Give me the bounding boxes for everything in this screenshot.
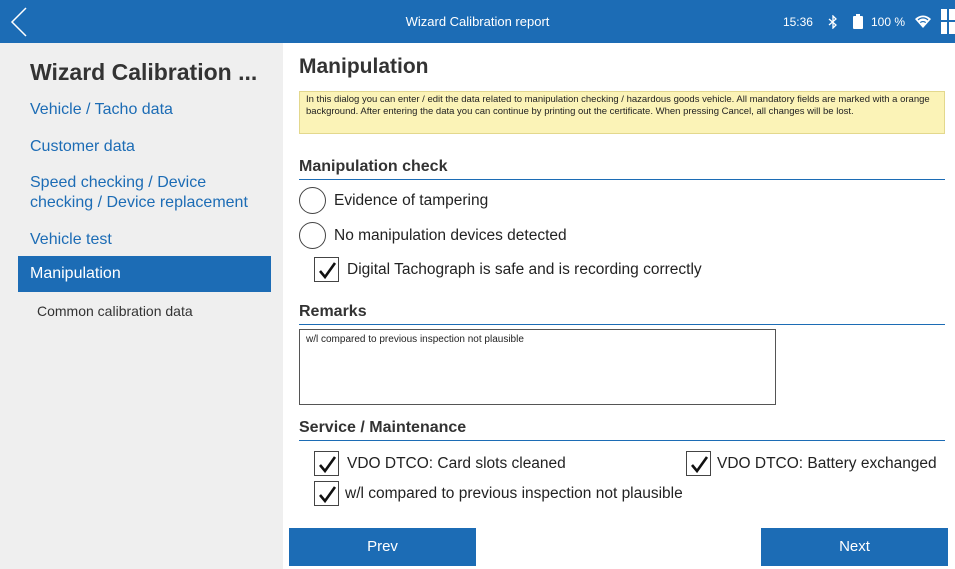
wifi-icon [915,15,931,28]
prev-button[interactable]: Prev [289,528,476,566]
radio-button[interactable] [299,187,326,214]
checkbox-tachograph-safe[interactable]: Digital Tachograph is safe and is record… [314,257,702,282]
next-button[interactable]: Next [761,528,948,566]
checkmark-icon [319,486,337,504]
checkbox[interactable] [314,257,339,282]
sidebar-item-manipulation[interactable]: Manipulation [18,256,271,292]
status-area: 15:36 100 % [783,0,955,43]
checkbox[interactable] [314,481,339,506]
checkmark-icon [691,456,709,474]
radio-button[interactable] [299,222,326,249]
page-title: Manipulation [299,55,429,78]
radio-label: No manipulation devices detected [334,226,567,244]
sidebar-title: Wizard Calibration ... [30,59,258,85]
info-banner: In this dialog you can enter / edit the … [299,91,945,134]
checkbox[interactable] [314,451,339,476]
checkbox[interactable] [686,451,711,476]
checkbox-battery-exchanged[interactable]: VDO DTCO: Battery exchanged [686,451,937,476]
radio-evidence-of-tampering[interactable]: Evidence of tampering [299,187,488,214]
checkbox-label: VDO DTCO: Card slots cleaned [347,454,566,472]
section-heading-remarks: Remarks [299,303,945,325]
top-bar: Wizard Calibration report 15:36 100 % [0,0,955,43]
battery-level: 100 % [870,14,905,29]
sidebar-item-speed-checking[interactable]: Speed checking / Device checking / Devic… [18,173,271,213]
checkbox-label: w/l compared to previous inspection not … [345,484,683,502]
checkbox-wl-compared[interactable]: w/l compared to previous inspection not … [314,481,683,506]
checkbox-label: VDO DTCO: Battery exchanged [717,454,937,472]
section-heading-manipulation-check: Manipulation check [299,158,945,180]
bluetooth-icon [828,14,837,29]
battery-icon [852,14,863,29]
remarks-textarea[interactable]: w/l compared to previous inspection not … [299,329,776,405]
radio-no-manipulation-devices[interactable]: No manipulation devices detected [299,222,567,249]
checkmark-icon [319,456,337,474]
checkbox-label: Digital Tachograph is safe and is record… [347,260,702,278]
section-heading-service-maintenance: Service / Maintenance [299,419,945,441]
sidebar-item-customer-data[interactable]: Customer data [18,137,271,157]
sidebar-item-vehicle-tacho-data[interactable]: Vehicle / Tacho data [18,100,271,120]
main-content: Manipulation In this dialog you can ente… [283,43,955,569]
checkmark-icon [319,262,337,280]
apps-grid-icon[interactable] [941,9,955,34]
clock: 15:36 [782,14,813,29]
app-window: Wizard Calibration report 15:36 100 % Wi… [0,0,955,569]
sidebar-item-vehicle-test[interactable]: Vehicle test [18,230,271,250]
checkbox-card-slots-cleaned[interactable]: VDO DTCO: Card slots cleaned [314,451,566,476]
sidebar-subitem-common-calibration-data[interactable]: Common calibration data [37,303,193,319]
radio-label: Evidence of tampering [334,191,489,209]
sidebar: Wizard Calibration ... Vehicle / Tacho d… [0,43,283,569]
